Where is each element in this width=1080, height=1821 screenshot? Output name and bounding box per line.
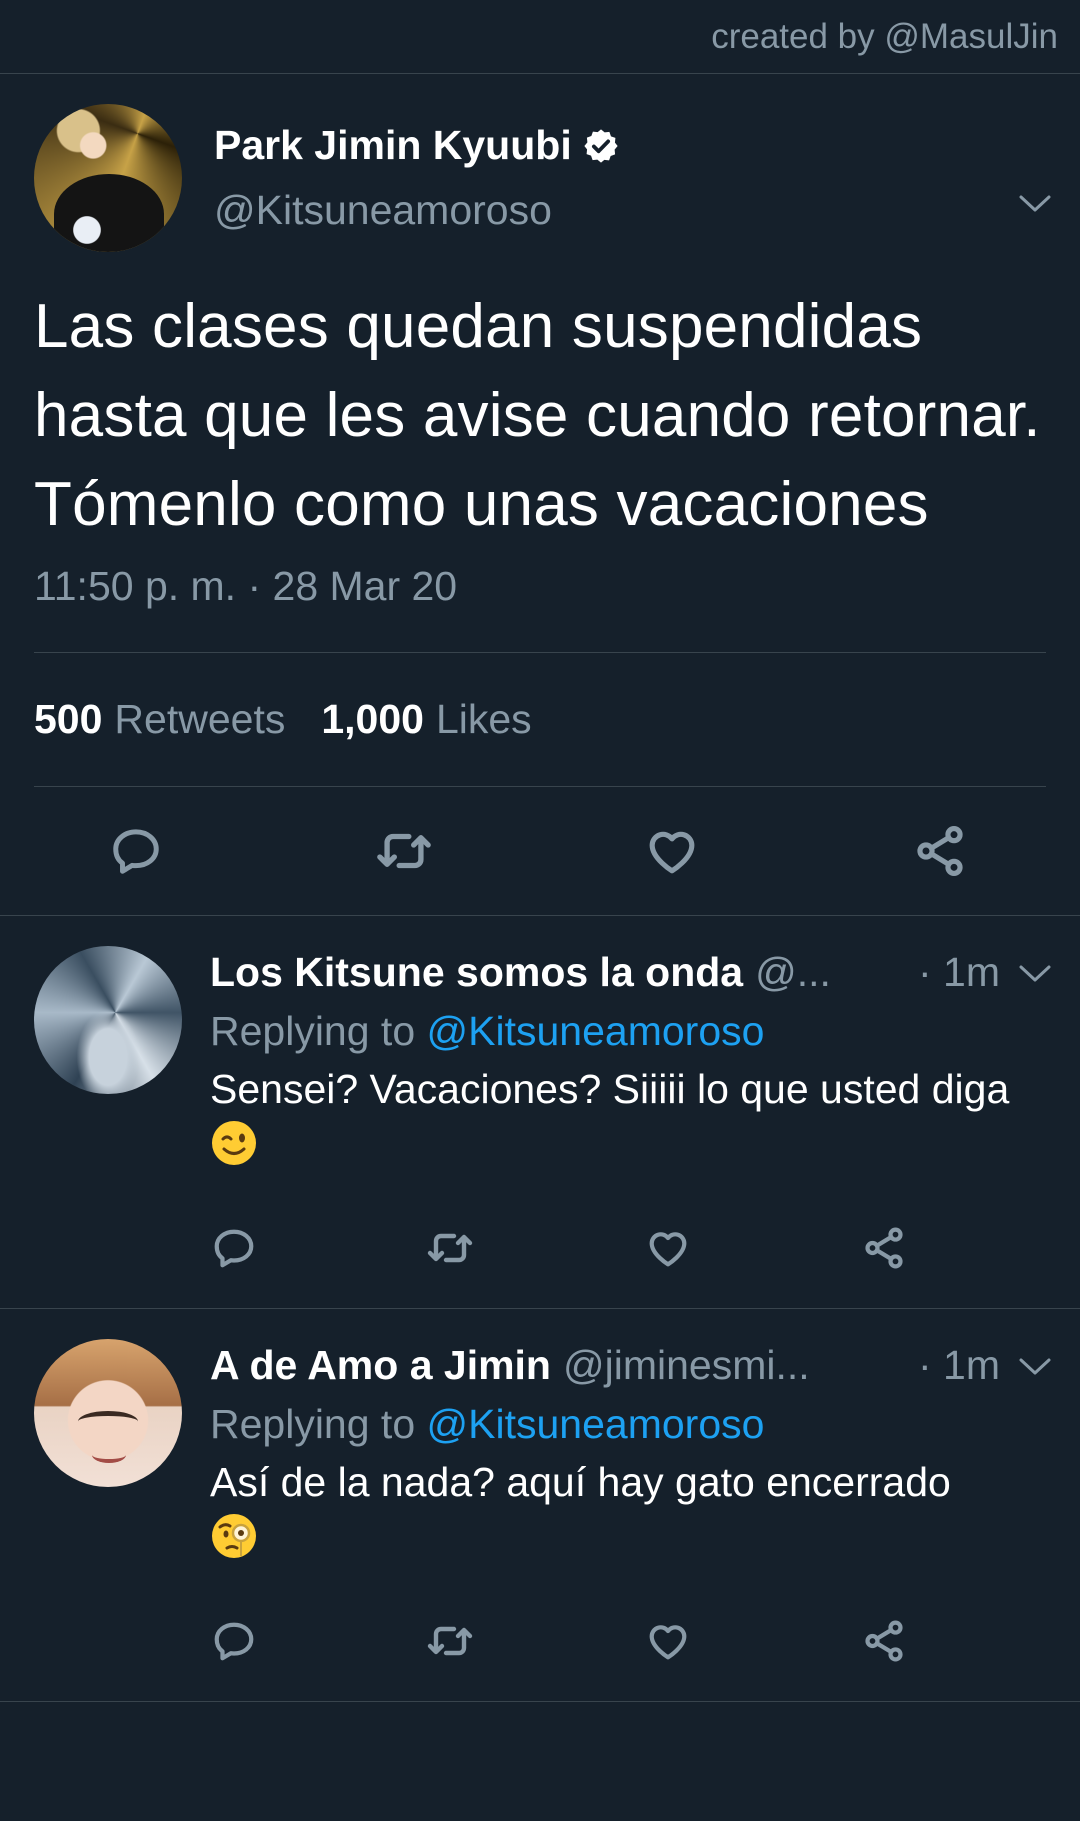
- likes-label: Likes: [435, 696, 532, 742]
- replying-prefix: Replying to: [210, 1008, 416, 1054]
- chevron-down-icon[interactable]: [1018, 964, 1052, 984]
- reply-tweet[interactable]: Los Kitsune somos la onda @... · 1m Repl…: [0, 916, 1080, 1308]
- like-button[interactable]: [642, 821, 702, 881]
- mention-link[interactable]: @Kitsuneamoroso: [427, 1401, 765, 1447]
- reply-text: Así de la nada? aquí hay gato encerrado: [210, 1454, 1052, 1566]
- share-button[interactable]: [860, 1224, 908, 1272]
- chevron-down-icon[interactable]: [1018, 194, 1052, 214]
- share-icon: [865, 1620, 903, 1662]
- avatar[interactable]: [34, 1339, 182, 1487]
- author-handle[interactable]: @Kitsuneamoroso: [214, 187, 620, 234]
- share-button[interactable]: [910, 821, 970, 881]
- retweet-button[interactable]: [374, 821, 434, 881]
- face-with-monocle-icon: [212, 1514, 256, 1558]
- reply-text: Sensei? Vacaciones? Siiiii lo que usted …: [210, 1061, 1052, 1173]
- reply-icon: [214, 1229, 254, 1268]
- avatar[interactable]: [34, 104, 182, 252]
- author-name-row[interactable]: Park Jimin Kyuubi: [214, 122, 620, 169]
- reply-time[interactable]: · 1m: [918, 949, 1000, 996]
- retweets-stat[interactable]: 500 Retweets: [34, 696, 285, 743]
- share-button[interactable]: [860, 1617, 908, 1665]
- tweet-header: Park Jimin Kyuubi @Kitsuneamoroso: [34, 104, 1046, 252]
- like-icon: [649, 831, 695, 874]
- share-icon: [865, 1227, 903, 1269]
- retweets-count: 500: [34, 696, 103, 742]
- tweet-actions: [34, 787, 1046, 915]
- reply-header: Los Kitsune somos la onda @... · 1m: [210, 948, 1052, 996]
- reply-author-handle[interactable]: @jiminesmi...: [563, 1342, 810, 1389]
- verified-badge-icon: [584, 128, 618, 163]
- winking-face-icon: [212, 1121, 256, 1165]
- credit-text: created by @MasulJin: [711, 16, 1058, 56]
- like-button[interactable]: [644, 1617, 692, 1665]
- avatar[interactable]: [34, 946, 182, 1094]
- replying-prefix: Replying to: [210, 1401, 416, 1447]
- tweet-stats: 500 Retweets 1,000 Likes: [34, 653, 1046, 786]
- creator-credit: created by @MasulJin: [0, 0, 1080, 74]
- reply-author-name[interactable]: A de Amo a Jimin: [210, 1342, 551, 1389]
- likes-count: 1,000: [321, 696, 424, 742]
- retweet-icon: [377, 833, 431, 869]
- mention-link[interactable]: @Kitsuneamoroso: [427, 1008, 765, 1054]
- chevron-down-icon[interactable]: [1018, 1357, 1052, 1377]
- reply-icon: [113, 829, 159, 874]
- reply-author-name[interactable]: Los Kitsune somos la onda: [210, 949, 743, 996]
- reply-header: A de Amo a Jimin @jiminesmi... · 1m: [210, 1341, 1052, 1389]
- retweets-label: Retweets: [114, 696, 286, 742]
- like-button[interactable]: [644, 1224, 692, 1272]
- retweet-button[interactable]: [426, 1617, 474, 1665]
- main-tweet: Park Jimin Kyuubi @Kitsuneamoroso Las cl…: [0, 74, 1080, 915]
- replying-to: Replying to @Kitsuneamoroso: [210, 1008, 1052, 1055]
- likes-stat[interactable]: 1,000 Likes: [321, 696, 531, 743]
- reply-icon: [214, 1622, 254, 1661]
- divider: [0, 1701, 1080, 1702]
- reply-button[interactable]: [210, 1224, 258, 1272]
- like-icon: [649, 1232, 687, 1267]
- replying-to: Replying to @Kitsuneamoroso: [210, 1401, 1052, 1448]
- retweet-button[interactable]: [426, 1224, 474, 1272]
- reply-text-content: Sensei? Vacaciones? Siiiii lo que usted …: [210, 1066, 1010, 1112]
- tweet-timestamp[interactable]: 11:50 p. m. · 28 Mar 20: [34, 563, 1046, 610]
- reply-button[interactable]: [106, 821, 166, 881]
- retweet-icon: [427, 1626, 473, 1656]
- reply-time[interactable]: · 1m: [918, 1342, 1000, 1389]
- reply-text-content: Así de la nada? aquí hay gato encerrado: [210, 1459, 951, 1505]
- reply-tweet[interactable]: A de Amo a Jimin @jiminesmi... · 1m Repl…: [0, 1309, 1080, 1701]
- reply-button[interactable]: [210, 1617, 258, 1665]
- author-name[interactable]: Park Jimin Kyuubi: [214, 122, 572, 169]
- like-icon: [649, 1625, 687, 1660]
- share-icon: [917, 826, 963, 876]
- retweet-icon: [427, 1233, 473, 1263]
- reply-author-handle[interactable]: @...: [755, 949, 831, 996]
- tweet-text: Las clases quedan suspendidas hasta que …: [34, 292, 1041, 539]
